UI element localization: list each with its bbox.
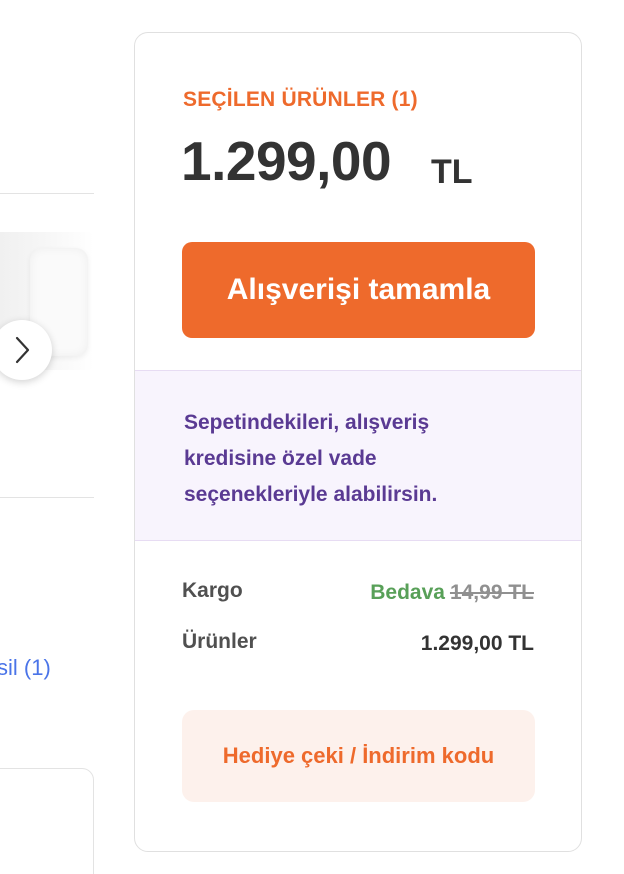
selected-products-title: SEÇİLEN ÜRÜNLER (1) xyxy=(183,88,418,111)
product-list-partial: sil (1) xyxy=(0,0,96,874)
products-label: Ürünler xyxy=(182,630,257,653)
chevron-right-icon xyxy=(15,336,30,364)
shipping-value: Bedava 14,99 TL xyxy=(370,581,534,605)
divider xyxy=(0,193,94,194)
shipping-free: Bedava xyxy=(370,581,445,604)
more-link[interactable]: sil (1) xyxy=(0,655,51,681)
carousel-next-button[interactable] xyxy=(0,320,52,380)
gift-voucher-button[interactable]: Hediye çeki / İndirim kodu xyxy=(182,710,535,802)
left-card xyxy=(0,768,94,874)
total-amount: 1.299,00 xyxy=(181,130,392,192)
credit-banner-text: Sepetindekileri, alışveriş kredisine öze… xyxy=(184,411,438,506)
products-value: 1.299,00 TL xyxy=(420,632,534,655)
credit-banner[interactable]: Sepetindekileri, alışveriş kredisine öze… xyxy=(135,370,581,541)
shipping-old-price: 14,99 TL xyxy=(449,581,534,604)
order-summary-card: SEÇİLEN ÜRÜNLER (1) 1.299,00 TL Alışveri… xyxy=(134,32,582,852)
shipping-label: Kargo xyxy=(182,579,243,602)
divider xyxy=(0,497,94,498)
total-currency: TL xyxy=(431,153,473,191)
checkout-button[interactable]: Alışverişi tamamla xyxy=(182,242,535,338)
